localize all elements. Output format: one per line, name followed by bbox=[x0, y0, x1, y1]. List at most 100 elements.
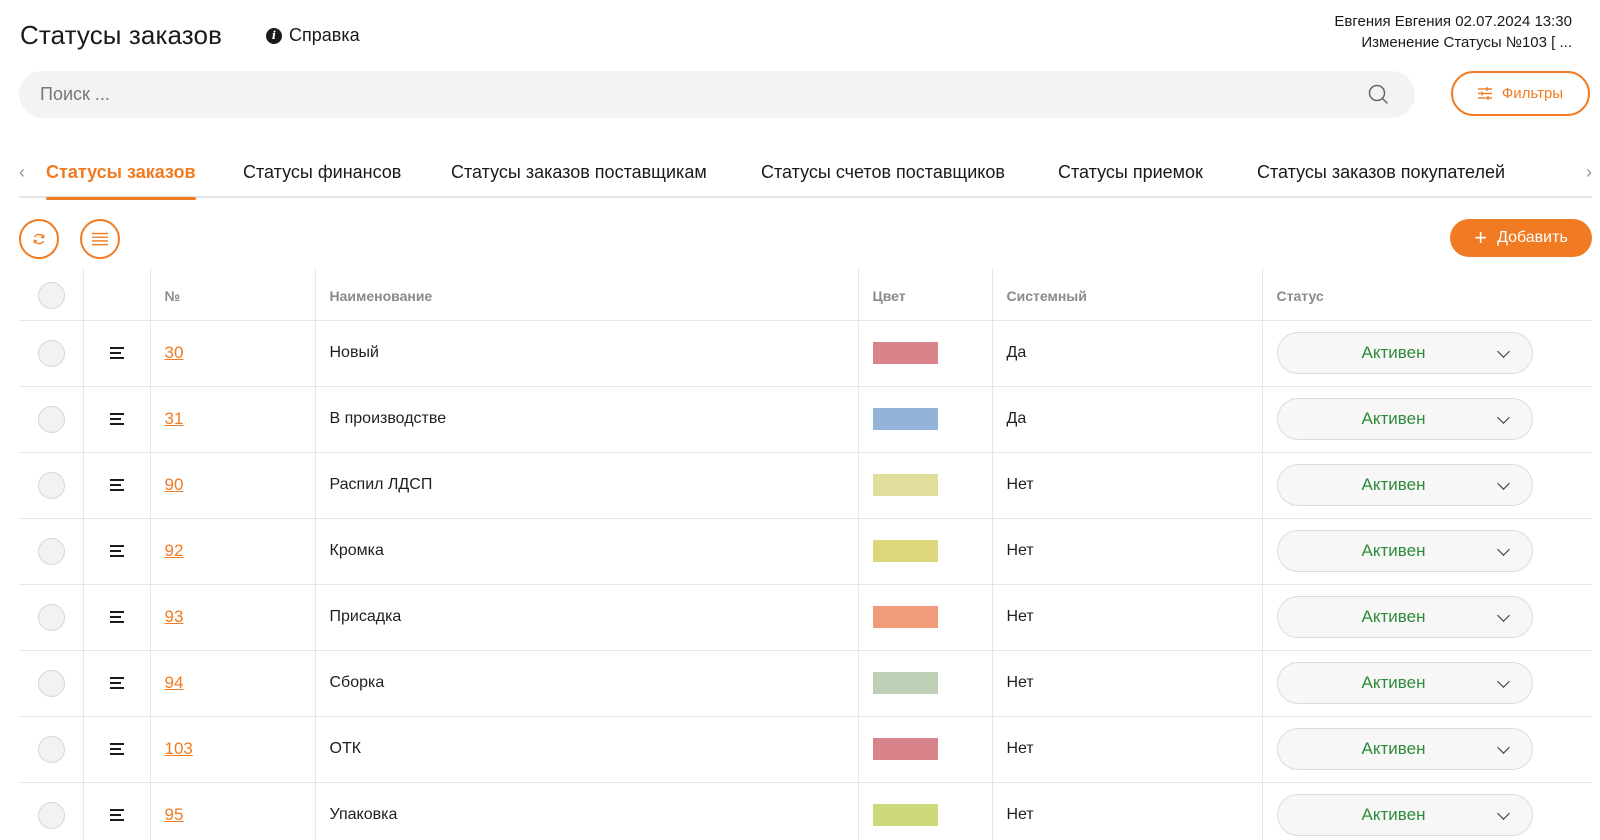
chevron-down-icon bbox=[1496, 741, 1510, 754]
row-system: Нет bbox=[991, 452, 1262, 518]
row-name: Распил ЛДСП bbox=[314, 452, 858, 518]
row-number-link[interactable]: 95 bbox=[165, 805, 184, 824]
row-checkbox[interactable] bbox=[38, 801, 65, 829]
filters-button[interactable]: Фильтры bbox=[1451, 71, 1590, 116]
statuses-table: № Наименование Цвет Системный Статус 30 Н… bbox=[19, 268, 1592, 840]
row-number-link[interactable]: 92 bbox=[165, 541, 184, 560]
status-select[interactable]: Активен bbox=[1276, 662, 1533, 704]
table-row[interactable]: 95 Упаковка Нет Активен bbox=[19, 782, 1592, 840]
row-menu-icon[interactable] bbox=[109, 347, 124, 359]
tab-receipt-statuses[interactable]: Статусы приемок bbox=[1058, 162, 1203, 183]
row-checkbox[interactable] bbox=[38, 471, 65, 499]
info-icon: i bbox=[266, 27, 282, 44]
chevron-down-icon bbox=[1496, 807, 1510, 820]
search-icon[interactable] bbox=[1368, 84, 1388, 104]
chevron-down-icon bbox=[1496, 477, 1510, 490]
tab-customer-order-statuses[interactable]: Статусы заказов покупателей bbox=[1257, 162, 1505, 183]
last-change-line[interactable]: Изменение Статусы №103 [ ... bbox=[1334, 32, 1572, 53]
row-menu-icon[interactable] bbox=[109, 611, 124, 623]
row-checkbox[interactable] bbox=[38, 603, 65, 631]
refresh-button[interactable] bbox=[19, 219, 59, 259]
row-menu-icon[interactable] bbox=[109, 413, 124, 425]
chevron-down-icon bbox=[1496, 609, 1510, 622]
row-menu-icon[interactable] bbox=[109, 545, 124, 557]
header-system[interactable]: Системный bbox=[991, 268, 1262, 320]
row-name: Упаковка bbox=[314, 782, 858, 840]
help-link[interactable]: i Справка bbox=[266, 25, 360, 46]
tab-supplier-order-statuses[interactable]: Статусы заказов поставщикам bbox=[451, 162, 707, 183]
color-swatch bbox=[872, 342, 938, 364]
row-menu-icon[interactable] bbox=[109, 809, 124, 821]
row-checkbox[interactable] bbox=[38, 405, 65, 433]
search-bar bbox=[19, 71, 1415, 118]
row-system: Нет bbox=[991, 584, 1262, 650]
table-row[interactable]: 31 В производстве Да Активен bbox=[19, 386, 1592, 452]
page-title: Статусы заказов bbox=[20, 20, 222, 50]
header-color[interactable]: Цвет bbox=[857, 268, 992, 320]
tab-finance-statuses[interactable]: Статусы финансов bbox=[243, 162, 401, 183]
search-input[interactable] bbox=[19, 71, 1319, 118]
color-swatch bbox=[872, 606, 938, 628]
row-checkbox[interactable] bbox=[38, 537, 65, 565]
table-row[interactable]: 94 Сборка Нет Активен bbox=[19, 650, 1592, 716]
chevron-down-icon bbox=[1496, 345, 1510, 358]
row-number-link[interactable]: 30 bbox=[165, 343, 184, 362]
chevron-right-icon[interactable]: › bbox=[1586, 162, 1592, 183]
status-select[interactable]: Активен bbox=[1276, 398, 1533, 440]
row-number-link[interactable]: 103 bbox=[165, 739, 193, 758]
chevron-down-icon bbox=[1496, 675, 1510, 688]
row-checkbox[interactable] bbox=[38, 339, 65, 367]
table-row[interactable]: 92 Кромка Нет Активен bbox=[19, 518, 1592, 584]
status-select[interactable]: Активен bbox=[1276, 794, 1533, 836]
row-name: Сборка bbox=[314, 650, 858, 716]
row-name: В производстве bbox=[314, 386, 858, 452]
tab-order-statuses[interactable]: Статусы заказов bbox=[46, 162, 196, 200]
chevron-left-icon[interactable]: ‹ bbox=[19, 162, 25, 183]
row-checkbox[interactable] bbox=[38, 669, 65, 697]
refresh-icon bbox=[33, 233, 45, 245]
header-status[interactable]: Статус bbox=[1261, 268, 1592, 320]
row-number-link[interactable]: 94 bbox=[165, 673, 184, 692]
row-menu-icon[interactable] bbox=[109, 743, 124, 755]
filters-label: Фильтры bbox=[1501, 85, 1564, 102]
color-swatch bbox=[872, 672, 938, 694]
table-header-row: № Наименование Цвет Системный Статус bbox=[19, 268, 1592, 320]
row-number-link[interactable]: 90 bbox=[165, 475, 184, 494]
help-label: Справка bbox=[289, 25, 360, 45]
row-menu-header bbox=[82, 268, 150, 320]
plus-icon: + bbox=[1474, 225, 1488, 250]
status-value: Активен bbox=[1361, 739, 1426, 758]
status-select[interactable]: Активен bbox=[1276, 728, 1533, 770]
row-number-link[interactable]: 31 bbox=[165, 409, 184, 428]
header-number[interactable]: № bbox=[149, 268, 315, 320]
status-select[interactable]: Активен bbox=[1276, 530, 1533, 572]
row-checkbox[interactable] bbox=[38, 735, 65, 763]
status-value: Активен bbox=[1361, 607, 1426, 626]
color-swatch bbox=[872, 474, 938, 496]
table-row[interactable]: 30 Новый Да Активен bbox=[19, 320, 1592, 386]
tab-supplier-invoice-statuses[interactable]: Статусы счетов поставщиков bbox=[761, 162, 1005, 183]
select-all-checkbox[interactable] bbox=[38, 282, 65, 310]
row-system: Нет bbox=[991, 518, 1262, 584]
row-name: ОТК bbox=[314, 716, 858, 782]
row-menu-icon[interactable] bbox=[109, 677, 124, 689]
status-value: Активен bbox=[1361, 673, 1426, 692]
add-button[interactable]: + Добавить bbox=[1450, 219, 1592, 257]
row-name: Присадка bbox=[314, 584, 858, 650]
header-name[interactable]: Наименование bbox=[314, 268, 858, 320]
row-system: Нет bbox=[991, 716, 1262, 782]
status-value: Активен bbox=[1361, 541, 1426, 560]
status-select[interactable]: Активен bbox=[1276, 464, 1533, 506]
sliders-icon bbox=[1477, 87, 1492, 100]
color-swatch bbox=[872, 408, 938, 430]
row-number-link[interactable]: 93 bbox=[165, 607, 184, 626]
table-row[interactable]: 93 Присадка Нет Активен bbox=[19, 584, 1592, 650]
table-row[interactable]: 90 Распил ЛДСП Нет Активен bbox=[19, 452, 1592, 518]
status-select[interactable]: Активен bbox=[1276, 596, 1533, 638]
add-label: Добавить bbox=[1497, 229, 1568, 246]
status-select[interactable]: Активен bbox=[1276, 332, 1533, 374]
chevron-down-icon bbox=[1496, 543, 1510, 556]
table-row[interactable]: 103 ОТК Нет Активен bbox=[19, 716, 1592, 782]
columns-menu-button[interactable] bbox=[80, 219, 120, 259]
row-menu-icon[interactable] bbox=[109, 479, 124, 491]
